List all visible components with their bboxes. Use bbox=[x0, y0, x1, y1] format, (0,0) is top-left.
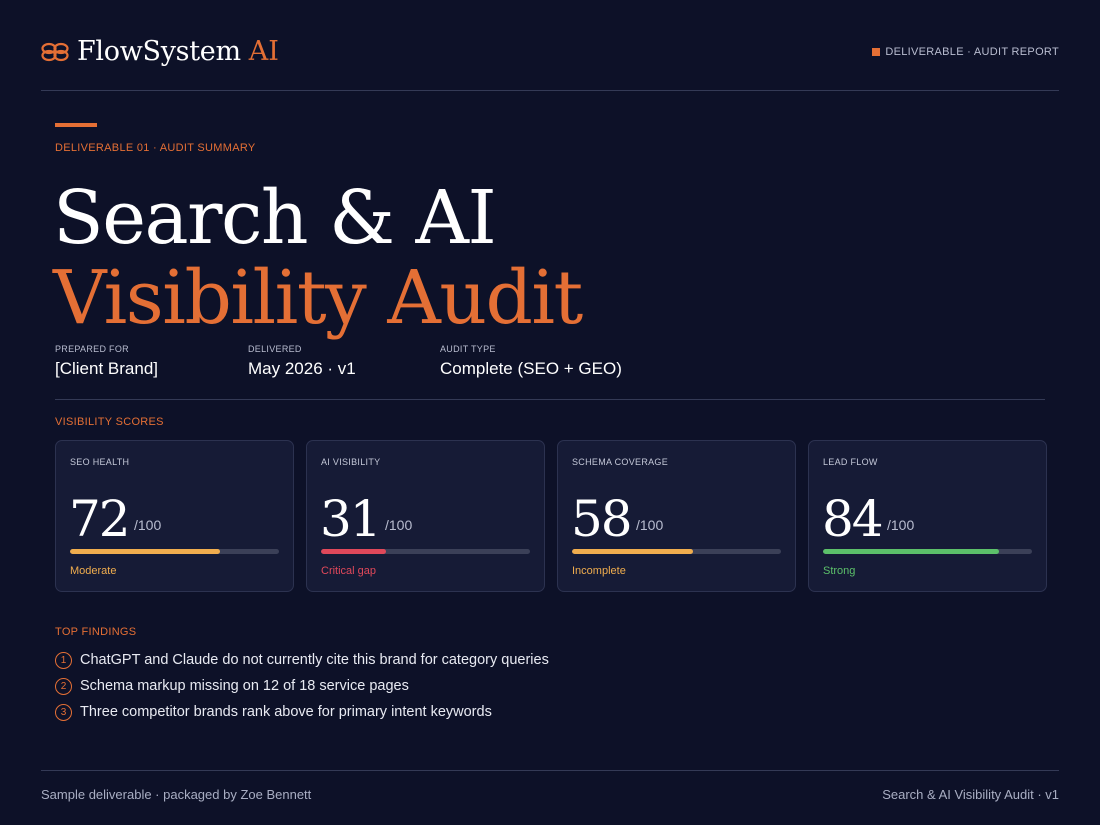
header: FlowSystem AI DELIVERABLE · AUDIT REPORT bbox=[41, 36, 1059, 72]
audit-report-page: FlowSystem AI DELIVERABLE · AUDIT REPORT… bbox=[0, 0, 1100, 825]
score-cards: SEO HEALTH 72 /100 Moderate AI VISIBILIT… bbox=[55, 440, 1047, 592]
finding-number-badge: 2 bbox=[55, 677, 72, 695]
brand: FlowSystem AI bbox=[41, 36, 279, 67]
score-progress-track bbox=[321, 549, 530, 554]
footer-document-name: Search & AI Visibility Audit · v1 bbox=[882, 787, 1059, 802]
document-tag: DELIVERABLE · AUDIT REPORT bbox=[872, 46, 1059, 58]
interlocking-loops-icon bbox=[41, 42, 69, 61]
meta-label: DELIVERED bbox=[248, 344, 302, 354]
tag-square-icon bbox=[872, 48, 881, 56]
score-status: Moderate bbox=[70, 565, 117, 577]
finding-text: Schema markup missing on 12 of 18 servic… bbox=[80, 678, 409, 694]
meta-prepared-for: PREPARED FOR [Client Brand] bbox=[55, 344, 158, 379]
score-value: 58 bbox=[571, 490, 633, 548]
score-card-label: SCHEMA COVERAGE bbox=[572, 457, 669, 467]
footer-credit: Sample deliverable · packaged by Zoe Ben… bbox=[41, 787, 312, 802]
score-max: /100 bbox=[385, 517, 413, 533]
score-progress-fill bbox=[572, 549, 694, 554]
meta-label: PREPARED FOR bbox=[55, 344, 129, 354]
list-item: 1 ChatGPT and Claude do not currently ci… bbox=[55, 647, 549, 673]
score-max: /100 bbox=[636, 517, 664, 533]
score-value: 31 bbox=[320, 490, 382, 548]
score-value: 72 bbox=[69, 490, 131, 548]
document-tag-text: DELIVERABLE · AUDIT REPORT bbox=[885, 46, 1059, 58]
finding-number-badge: 1 bbox=[55, 651, 72, 669]
score-status: Incomplete bbox=[572, 565, 626, 577]
page-title-line-1: Search & AI bbox=[53, 175, 497, 261]
finding-number-badge: 3 bbox=[55, 703, 72, 721]
finding-text: Three competitor brands rank above for p… bbox=[80, 704, 492, 720]
findings-section-label: TOP FINDINGS bbox=[55, 626, 137, 638]
score-card-label: AI VISIBILITY bbox=[321, 457, 381, 467]
finding-text: ChatGPT and Claude do not currently cite… bbox=[80, 652, 549, 668]
score-card-label: SEO HEALTH bbox=[70, 457, 130, 467]
score-progress-fill bbox=[70, 549, 221, 554]
findings-list: 1 ChatGPT and Claude do not currently ci… bbox=[55, 647, 549, 725]
list-item: 2 Schema markup missing on 12 of 18 serv… bbox=[55, 673, 549, 699]
meta-audit-type: AUDIT TYPE Complete (SEO + GEO) bbox=[440, 344, 622, 379]
score-progress-track bbox=[70, 549, 279, 554]
score-value: 84 bbox=[822, 490, 884, 548]
score-max: /100 bbox=[134, 517, 162, 533]
list-item: 3 Three competitor brands rank above for… bbox=[55, 699, 549, 725]
meta-value: May 2026 · v1 bbox=[248, 359, 356, 378]
score-card-label: LEAD FLOW bbox=[823, 457, 878, 467]
score-card-ai-visibility: AI VISIBILITY 31 /100 Critical gap bbox=[306, 440, 545, 592]
score-status: Critical gap bbox=[321, 565, 377, 577]
meta-value: [Client Brand] bbox=[55, 359, 158, 378]
score-progress-fill bbox=[321, 549, 386, 554]
page-title-line-2: Visibility Audit bbox=[53, 255, 583, 341]
meta-divider bbox=[55, 399, 1045, 400]
header-divider bbox=[41, 90, 1059, 91]
score-status: Strong bbox=[823, 565, 856, 577]
meta-value: Complete (SEO + GEO) bbox=[440, 359, 622, 378]
score-card-lead-flow: LEAD FLOW 84 /100 Strong bbox=[808, 440, 1047, 592]
eyebrow-label: DELIVERABLE 01 · AUDIT SUMMARY bbox=[55, 142, 256, 154]
meta-label: AUDIT TYPE bbox=[440, 344, 496, 354]
scores-section-label: VISIBILITY SCORES bbox=[55, 416, 164, 428]
score-max: /100 bbox=[887, 517, 915, 533]
score-progress-fill bbox=[823, 549, 999, 554]
score-card-schema-coverage: SCHEMA COVERAGE 58 /100 Incomplete bbox=[557, 440, 796, 592]
footer-divider bbox=[41, 770, 1059, 771]
brand-accent: AI bbox=[248, 36, 279, 67]
accent-bar bbox=[55, 123, 97, 127]
score-progress-track bbox=[572, 549, 781, 554]
brand-name: FlowSystem bbox=[77, 36, 241, 67]
score-progress-track bbox=[823, 549, 1032, 554]
score-card-seo-health: SEO HEALTH 72 /100 Moderate bbox=[55, 440, 294, 592]
meta-delivered: DELIVERED May 2026 · v1 bbox=[248, 344, 356, 379]
